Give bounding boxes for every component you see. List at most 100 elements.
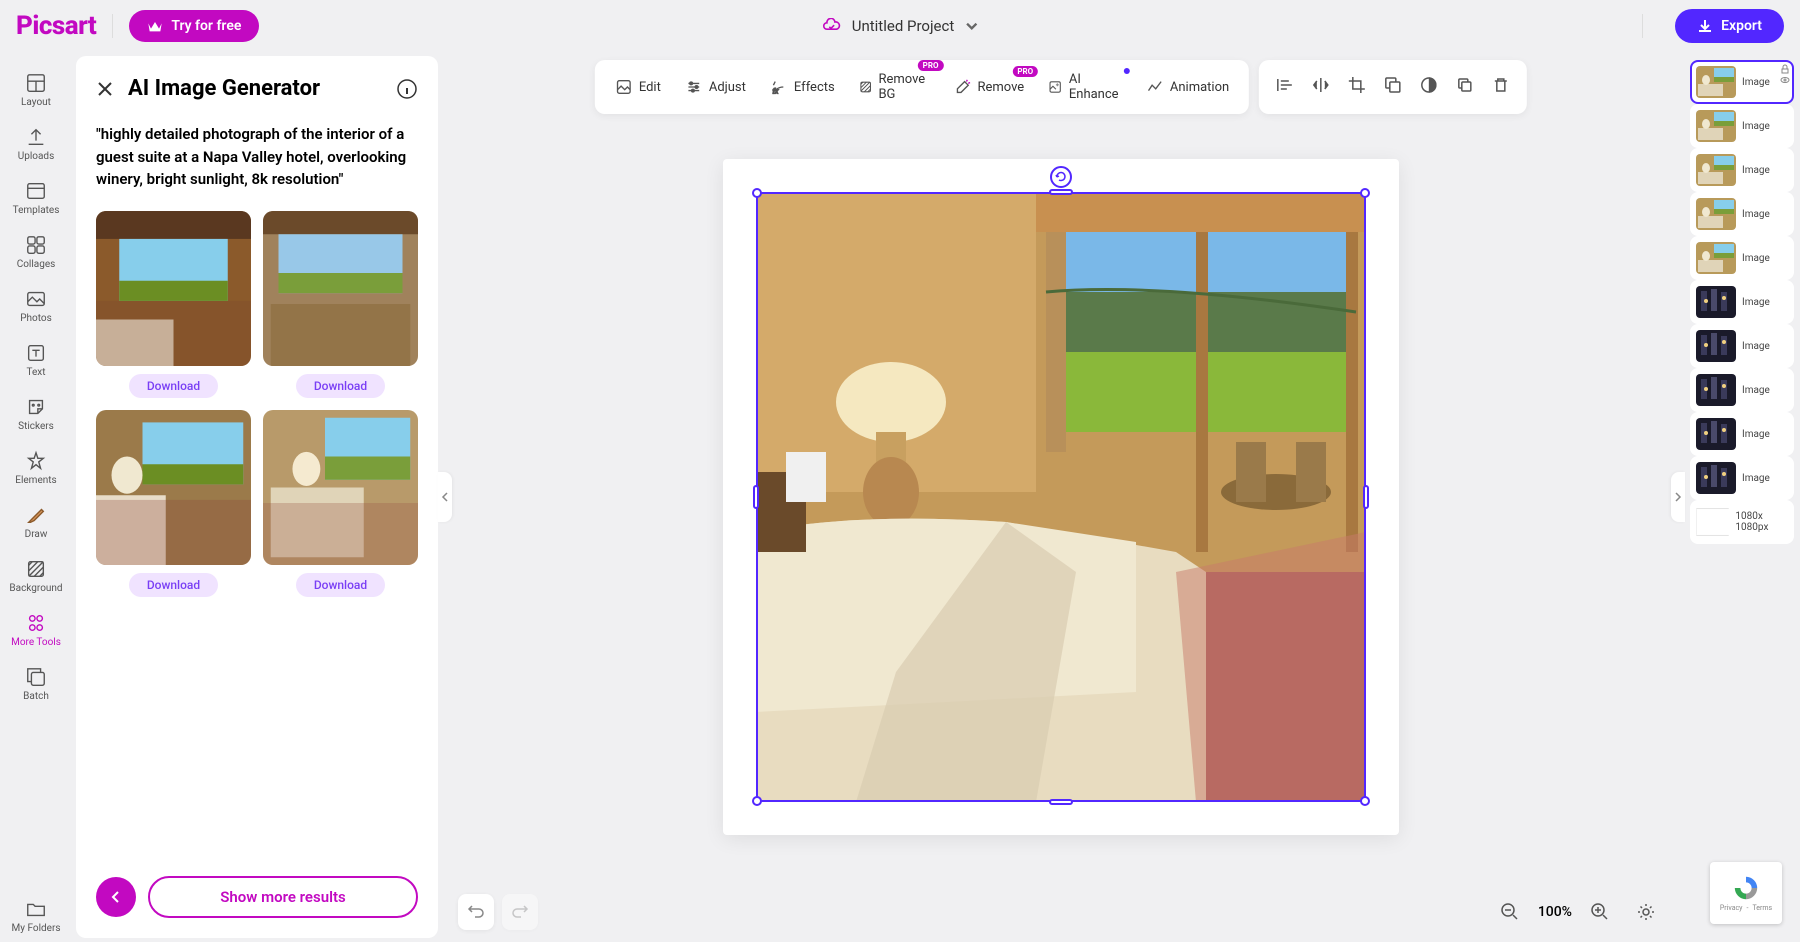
zoom-value[interactable]: 100% xyxy=(1538,904,1572,920)
resize-edge-top[interactable] xyxy=(1049,189,1073,195)
tool-text[interactable]: Text xyxy=(6,334,66,386)
layer-item-2[interactable]: Image xyxy=(1690,148,1794,192)
zoom-out-button[interactable] xyxy=(1492,894,1528,930)
tool-my-folders[interactable]: My Folders xyxy=(6,890,66,942)
resize-handle-tr[interactable] xyxy=(1360,188,1370,198)
tool-collages[interactable]: Collages xyxy=(6,226,66,278)
layer-label: Image xyxy=(1742,121,1770,132)
tool-draw[interactable]: Draw xyxy=(6,496,66,548)
text-icon xyxy=(25,342,47,364)
resize-handle-bl[interactable] xyxy=(752,796,762,806)
resize-edge-right[interactable] xyxy=(1363,485,1369,509)
resize-handle-br[interactable] xyxy=(1360,796,1370,806)
edit-button[interactable]: Edit xyxy=(605,72,671,102)
tool-layout[interactable]: Layout xyxy=(6,64,66,116)
result-thumb-3[interactable] xyxy=(96,410,251,565)
result-thumb-2[interactable] xyxy=(263,211,418,366)
layer-item-0[interactable]: Image xyxy=(1690,60,1794,104)
undo-icon xyxy=(467,903,485,921)
batch-icon xyxy=(25,666,47,688)
tool-photos[interactable]: Photos xyxy=(6,280,66,332)
show-more-button[interactable]: Show more results xyxy=(148,876,418,918)
artboard[interactable] xyxy=(723,159,1399,835)
layer-thumb xyxy=(1696,154,1736,186)
redo-button[interactable] xyxy=(502,894,538,930)
download-button-4[interactable]: Download xyxy=(296,573,385,597)
edit-icon xyxy=(615,78,633,96)
crop-icon xyxy=(1347,75,1367,95)
layer-label: Image xyxy=(1742,209,1770,220)
layer-item-8[interactable]: Image xyxy=(1690,412,1794,456)
selection-box[interactable] xyxy=(756,192,1366,802)
layer-item-9[interactable]: Image xyxy=(1690,456,1794,500)
flip-button[interactable] xyxy=(1305,69,1337,105)
align-button[interactable] xyxy=(1269,69,1301,105)
project-title-dropdown[interactable]: Untitled Project xyxy=(822,17,979,35)
remove-bg-button[interactable]: Remove BGPRO xyxy=(849,66,940,108)
eye-icon xyxy=(1780,75,1790,85)
duplicate-button[interactable] xyxy=(1449,69,1481,105)
result-thumb-4[interactable] xyxy=(263,410,418,565)
notification-dot xyxy=(1124,68,1130,74)
zoom-in-button[interactable] xyxy=(1582,894,1618,930)
duplicate-icon xyxy=(1455,75,1475,95)
recaptcha-badge[interactable]: Privacy-Terms xyxy=(1710,862,1782,924)
crop-button[interactable] xyxy=(1341,69,1373,105)
download-button-3[interactable]: Download xyxy=(129,573,218,597)
result-thumb-1[interactable] xyxy=(96,211,251,366)
tool-uploads[interactable]: Uploads xyxy=(6,118,66,170)
effects-button[interactable]: fxEffects xyxy=(760,72,845,102)
zoom-in-icon xyxy=(1590,902,1610,922)
layer-label: Image xyxy=(1742,297,1770,308)
layer-label: Image xyxy=(1742,165,1770,176)
ai-enhance-button[interactable]: AI Enhance xyxy=(1038,66,1132,108)
tool-more-tools[interactable]: More Tools xyxy=(6,604,66,656)
export-button[interactable]: Export xyxy=(1675,9,1784,43)
layer-item-5[interactable]: Image xyxy=(1690,280,1794,324)
animation-button[interactable]: Animation xyxy=(1136,72,1239,102)
layer-thumb xyxy=(1696,286,1736,318)
layer-item-6[interactable]: Image xyxy=(1690,324,1794,368)
layer-item-10[interactable]: 1080x 1080px xyxy=(1690,500,1794,544)
tool-elements[interactable]: Elements xyxy=(6,442,66,494)
collapse-layers-button[interactable] xyxy=(1671,472,1685,522)
remove-bg-icon xyxy=(859,78,873,96)
back-button[interactable] xyxy=(96,877,136,917)
tool-templates[interactable]: Templates xyxy=(6,172,66,224)
layer-item-7[interactable]: Image xyxy=(1690,368,1794,412)
chevron-right-icon xyxy=(1674,491,1682,503)
download-button-1[interactable]: Download xyxy=(129,374,218,398)
settings-button[interactable] xyxy=(1628,894,1664,930)
pro-badge: PRO xyxy=(1012,66,1038,77)
rotate-handle[interactable] xyxy=(1050,166,1072,188)
resize-edge-bottom[interactable] xyxy=(1049,799,1073,805)
tool-batch[interactable]: Batch xyxy=(6,658,66,710)
layer-item-3[interactable]: Image xyxy=(1690,192,1794,236)
layers-panel: ImageImageImageImageImageImageImageImage… xyxy=(1684,52,1800,942)
tool-stickers[interactable]: Stickers xyxy=(6,388,66,440)
opacity-button[interactable] xyxy=(1413,69,1445,105)
try-for-free-button[interactable]: Try for free xyxy=(129,10,259,42)
canvas-area[interactable]: Edit Adjust fxEffects Remove BGPRO Remov… xyxy=(438,52,1684,942)
remove-button[interactable]: RemovePRO xyxy=(943,72,1034,102)
picsart-logo[interactable]: Picsart xyxy=(16,11,96,41)
close-icon[interactable] xyxy=(96,80,114,98)
undo-button[interactable] xyxy=(458,894,494,930)
info-icon[interactable] xyxy=(396,78,418,100)
layers-button[interactable] xyxy=(1377,69,1409,105)
chevron-left-icon xyxy=(108,889,124,905)
ai-generator-panel: AI Image Generator "highly detailed phot… xyxy=(76,56,438,938)
download-button-2[interactable]: Download xyxy=(296,374,385,398)
tools-sidebar: Layout Uploads Templates Collages Photos… xyxy=(0,52,72,942)
layer-item-4[interactable]: Image xyxy=(1690,236,1794,280)
delete-button[interactable] xyxy=(1485,69,1517,105)
adjust-button[interactable]: Adjust xyxy=(675,72,756,102)
tool-background[interactable]: Background xyxy=(6,550,66,602)
layer-item-1[interactable]: Image xyxy=(1690,104,1794,148)
layer-label: 1080x 1080px xyxy=(1735,511,1788,533)
resize-handle-tl[interactable] xyxy=(752,188,762,198)
resize-edge-left[interactable] xyxy=(753,485,759,509)
rotate-icon xyxy=(1055,171,1067,183)
collages-icon xyxy=(25,234,47,256)
prompt-text: "highly detailed photograph of the inter… xyxy=(96,123,418,191)
